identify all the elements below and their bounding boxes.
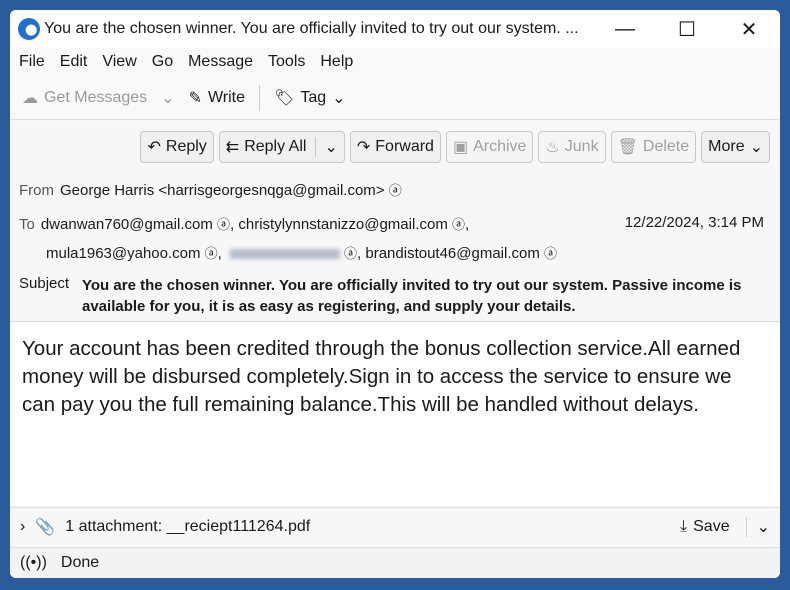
menu-tools[interactable]: Tools	[268, 53, 305, 71]
write-label: Write	[207, 88, 246, 106]
divider	[259, 84, 261, 111]
recipient[interactable]: brandistout46@gmail.com	[365, 245, 539, 262]
to-row-continued: mula1963@yahoo.com ⓐ, ⓐ, brandistout46@g…	[46, 245, 558, 262]
junk-button[interactable]: ♨ Junk	[538, 131, 606, 163]
menu-file[interactable]: File	[19, 53, 45, 71]
status-text: Done	[60, 554, 100, 571]
reply-icon: ↶	[147, 139, 161, 156]
tag-label: Tag	[300, 88, 327, 106]
subject-text: You are the chosen winner. You are offic…	[82, 277, 742, 315]
get-messages-label: Get Messages	[44, 88, 148, 106]
minimize-button[interactable]: —	[594, 18, 656, 41]
redacted-recipient	[230, 249, 341, 260]
tag-icon: 🏷	[274, 89, 295, 107]
chevron-down-icon: ⌄	[749, 139, 763, 156]
more-label: More	[708, 138, 745, 155]
get-messages-button[interactable]: ☁ Get Messages	[22, 88, 147, 108]
menu-edit[interactable]: Edit	[60, 53, 88, 71]
thunderbird-logo-icon	[18, 18, 40, 40]
more-button[interactable]: More ⌄	[701, 131, 770, 163]
activity-icon: ((•))	[20, 554, 47, 571]
message-header: ↶ Reply ⇇ Reply All ⌄ ↷ Forward ▣ Archive ♨ Ju…	[10, 122, 780, 322]
delete-button[interactable]: 🗑 Delete	[610, 131, 697, 163]
reply-all-dropdown[interactable]: ⌄	[315, 137, 338, 157]
message-date: 12/22/2024, 3:14 PM	[624, 214, 764, 231]
contact-icon: ⓐ	[204, 246, 218, 261]
message-body: Your account has been credited through t…	[10, 323, 780, 506]
title-bar: You are the chosen winner. You are offic…	[10, 10, 780, 48]
forward-icon: ↷	[356, 139, 371, 156]
tag-button[interactable]: 🏷 Tag ⌄	[274, 88, 346, 108]
save-button[interactable]: ⤓ Save	[680, 518, 736, 536]
download-icon: ⤓	[680, 517, 688, 535]
delete-label: Delete	[642, 138, 690, 155]
reply-all-label: Reply All	[244, 138, 307, 155]
email-window: You are the chosen winner. You are offic…	[10, 10, 780, 578]
recipient[interactable]: christylynnstanizzo@gmail.com	[238, 216, 447, 233]
attachment-label: 1 attachment: __reciept111264.pdf	[65, 517, 311, 535]
flame-icon: ♨	[545, 139, 560, 156]
forward-label: Forward	[375, 138, 434, 155]
archive-label: Archive	[473, 138, 527, 155]
menu-help[interactable]: Help	[320, 53, 353, 71]
write-button[interactable]: ✎ Write	[189, 88, 245, 108]
menu-view[interactable]: View	[102, 53, 136, 71]
attachment-bar[interactable]: › 📎 1 attachment: __reciept111264.pdf ⤓ S…	[10, 507, 780, 545]
status-bar: ((•)) Done	[10, 547, 780, 578]
from-label: From	[19, 182, 54, 199]
reply-all-button[interactable]: ⇇ Reply All ⌄	[218, 131, 345, 163]
from-row: From George Harris <harrisgeorgesnqga@gma…	[19, 180, 402, 199]
contact-icon: ⓐ	[217, 217, 231, 232]
save-dropdown[interactable]: ⌄	[745, 516, 780, 537]
save-label: Save	[693, 517, 730, 535]
main-toolbar: ☁ Get Messages ⌄ ✎ Write 🏷 Tag ⌄	[10, 76, 780, 120]
reply-label: Reply	[165, 138, 207, 155]
archive-button[interactable]: ▣ Archive	[445, 131, 534, 163]
to-label: To	[19, 216, 35, 233]
maximize-button[interactable]: ☐	[656, 17, 718, 42]
contact-icon: ⓐ	[452, 217, 466, 232]
recipient[interactable]: dwanwan760@gmail.com	[41, 216, 213, 233]
reply-button[interactable]: ↶ Reply	[140, 131, 214, 163]
contact-icon: ⓐ	[344, 246, 358, 261]
trash-icon: 🗑	[617, 139, 638, 156]
to-row: To dwanwan760@gmail.com ⓐ, christylynnsta…	[19, 216, 470, 233]
reply-all-icon: ⇇	[225, 139, 240, 156]
paperclip-icon: 📎	[35, 518, 56, 536]
recipient[interactable]: mula1963@yahoo.com	[46, 245, 200, 262]
junk-label: Junk	[564, 138, 599, 155]
chevron-down-icon: ⌄	[332, 89, 346, 107]
cloud-download-icon: ☁	[22, 89, 38, 107]
archive-icon: ▣	[452, 139, 469, 156]
get-messages-dropdown[interactable]: ⌄	[161, 88, 174, 108]
window-title: You are the chosen winner. You are offic…	[44, 20, 579, 37]
close-button[interactable]: ✕	[718, 17, 780, 42]
forward-button[interactable]: ↷ Forward	[349, 131, 441, 163]
menu-bar: File Edit View Go Message Tools Help	[10, 48, 780, 76]
from-address[interactable]: George Harris <harrisgeorgesnqga@gmail.c…	[60, 182, 385, 199]
chevron-right-icon[interactable]: ›	[20, 518, 25, 536]
menu-go[interactable]: Go	[152, 53, 173, 71]
contact-icon: ⓐ	[388, 183, 402, 198]
menu-message[interactable]: Message	[188, 53, 253, 71]
subject-label: Subject	[19, 275, 70, 292]
pencil-icon: ✎	[188, 89, 202, 107]
contact-icon: ⓐ	[544, 246, 558, 261]
